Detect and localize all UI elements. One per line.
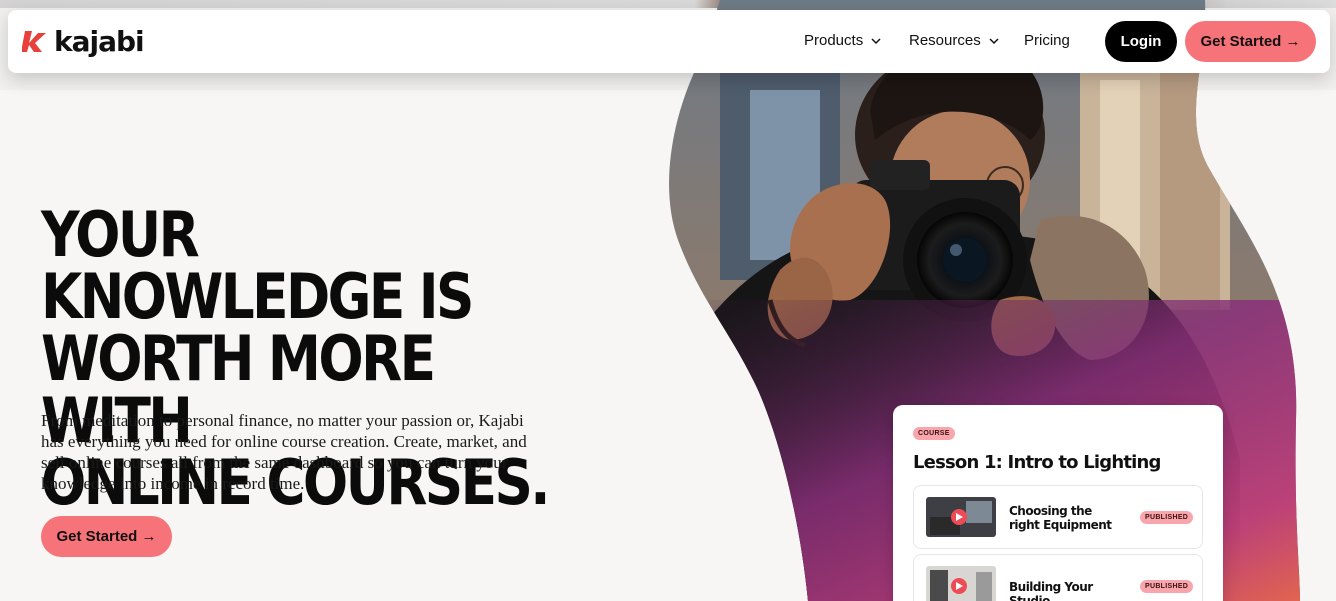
nav-pricing[interactable]: Pricing xyxy=(1024,32,1070,49)
lesson-thumbnail xyxy=(926,566,996,601)
lesson-thumbnail xyxy=(926,497,996,537)
logo-wordmark: kajabi xyxy=(54,24,145,58)
nav-pricing-label: Pricing xyxy=(1024,32,1070,49)
nav-products[interactable]: Products xyxy=(804,32,881,49)
nav-products-label: Products xyxy=(804,32,864,49)
lesson-title: Choosing the right Equipment xyxy=(1009,504,1112,532)
lesson-item[interactable]: Building Your Studio PUBLISHED xyxy=(913,554,1203,601)
hero-get-started-button[interactable]: Get Started → xyxy=(41,516,172,557)
video-thumbnail-icon xyxy=(926,497,996,537)
course-card[interactable]: COURSE Lesson 1: Intro to Lighting Choos… xyxy=(893,405,1223,601)
video-thumbnail-icon xyxy=(926,566,996,601)
course-card-title: Lesson 1: Intro to Lighting xyxy=(913,452,1161,473)
chevron-down-icon xyxy=(989,37,999,44)
course-badge: COURSE xyxy=(913,427,955,440)
nav-resources-label: Resources xyxy=(909,32,981,49)
top-navbar: kajabi Products Resources Pricing Login … xyxy=(8,10,1330,73)
lesson-item[interactable]: Choosing the right Equipment PUBLISHED xyxy=(913,485,1203,549)
published-badge: PUBLISHED xyxy=(1140,511,1194,524)
hero-subtext: From meditation to personal finance, no … xyxy=(41,411,527,493)
kajabi-logo[interactable]: kajabi xyxy=(22,24,145,58)
chevron-down-icon xyxy=(871,37,881,44)
kajabi-logo-icon xyxy=(22,31,46,52)
nav-resources[interactable]: Resources xyxy=(909,32,999,49)
login-button[interactable]: Login xyxy=(1105,21,1177,62)
nav-get-started-button[interactable]: Get Started → xyxy=(1185,21,1316,62)
published-badge: PUBLISHED xyxy=(1140,580,1194,593)
lesson-title: Building Your Studio xyxy=(1009,580,1093,601)
